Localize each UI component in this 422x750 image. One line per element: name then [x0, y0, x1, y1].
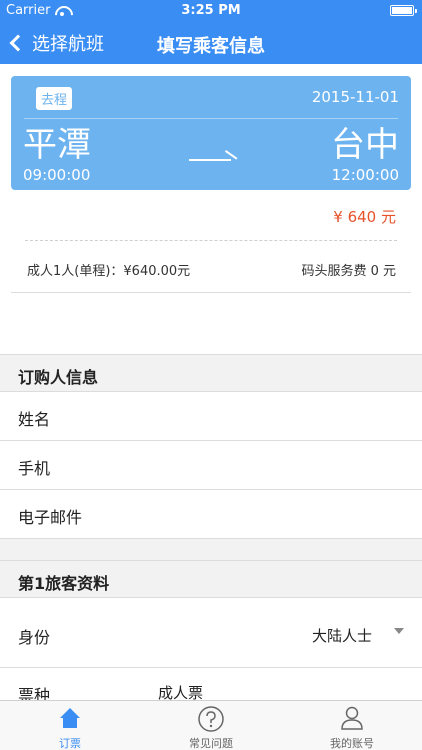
service-fee: 码头服务费 0 元	[301, 264, 396, 279]
identity-value: 大陆人士	[311, 627, 372, 645]
status-bar: Carrier 3:25 PM	[0, 0, 422, 22]
question-icon	[198, 706, 224, 732]
buyer-section-header: 订购人信息	[0, 354, 422, 392]
ticket-type-field[interactable]: 票种 成人票	[0, 668, 422, 700]
tab-account-label: 我的账号	[330, 737, 374, 750]
tab-faq[interactable]: 常见问题	[141, 701, 281, 750]
trip-direction-badge: 去程	[36, 87, 73, 110]
status-time: 3:25 PM	[181, 3, 241, 18]
page-title: 填写乘客信息	[157, 36, 265, 57]
buyer-phone-field[interactable]: 手机	[0, 441, 422, 490]
buyer-name-field[interactable]: 姓名	[0, 392, 422, 441]
departure-city: 平潭	[23, 125, 91, 165]
tab-booking[interactable]: 订票	[0, 701, 140, 750]
user-icon	[341, 706, 363, 730]
divider	[11, 292, 411, 293]
ticket-divider	[24, 118, 398, 119]
home-icon	[60, 708, 80, 728]
tab-booking-label: 订票	[59, 737, 81, 750]
passenger-section-header: 第1旅客资料	[0, 560, 422, 598]
main-content[interactable]: 去程 2015-11-01 平潭 09:00:00 台中 12:00:00 ¥ …	[0, 64, 422, 700]
buyer-name-label: 姓名	[18, 410, 51, 429]
tab-bar: 订票 常见问题 我的账号	[0, 700, 422, 750]
ticket-card: 去程 2015-11-01 平潭 09:00:00 台中 12:00:00	[11, 76, 411, 190]
passenger-section-title: 第1旅客资料	[18, 574, 110, 593]
identity-select[interactable]: 身份 大陆人士	[0, 598, 422, 668]
top-bar: Carrier 3:25 PM 选择航班 填写乘客信息	[0, 0, 422, 64]
identity-label: 身份	[18, 628, 51, 647]
arrival-city: 台中	[331, 125, 399, 165]
buyer-email-label: 电子邮件	[18, 508, 83, 527]
trip-date: 2015-11-01	[311, 88, 399, 106]
ticket-type-value: 成人票	[158, 684, 204, 700]
trip-summary: 去程 2015-11-01 平潭 09:00:00 台中 12:00:00 ¥ …	[0, 64, 422, 354]
buyer-email-field[interactable]: 电子邮件	[0, 490, 422, 539]
fare-detail: 成人1人(单程)：¥640.00元	[27, 264, 191, 279]
battery-icon	[390, 5, 417, 16]
total-price: ¥ 640 元	[333, 208, 396, 226]
buyer-section-title: 订购人信息	[18, 368, 99, 387]
arrival-time: 12:00:00	[331, 166, 399, 184]
navigation-bar: 选择航班 填写乘客信息	[0, 22, 422, 64]
chevron-down-icon	[394, 628, 404, 634]
dashed-divider	[25, 240, 397, 241]
tab-faq-label: 常见问题	[189, 737, 233, 750]
buyer-phone-label: 手机	[18, 459, 51, 478]
departure-time: 09:00:00	[23, 166, 91, 184]
ticket-type-label: 票种	[18, 686, 51, 700]
arrow-right-icon	[189, 159, 231, 161]
tab-account[interactable]: 我的账号	[282, 701, 422, 750]
